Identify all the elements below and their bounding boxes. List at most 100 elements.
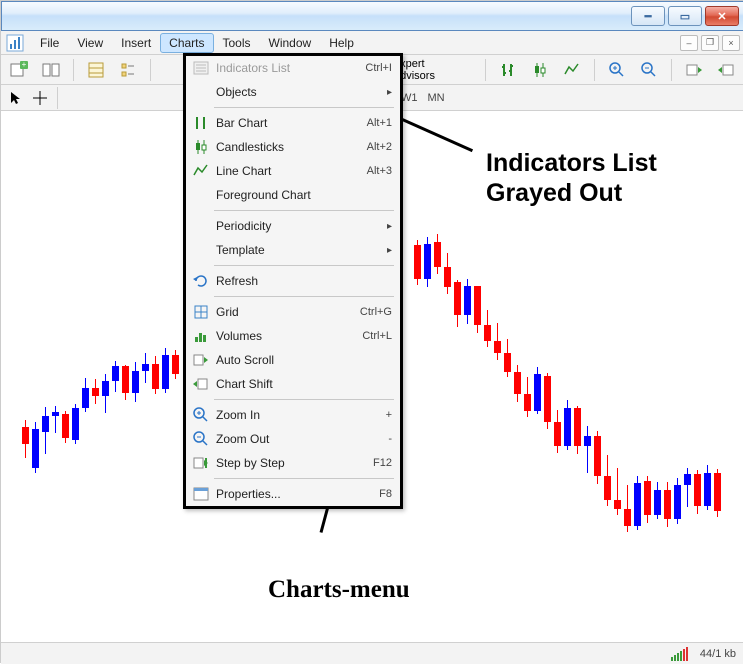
candlestick [32, 111, 39, 642]
connection-rate: 44/1 kb [700, 648, 736, 660]
profiles-button[interactable] [39, 58, 63, 82]
candlestick [474, 111, 481, 642]
menubar: FileViewInsertChartsToolsWindowHelp – ❐ … [1, 31, 743, 55]
grid-icon [190, 302, 212, 322]
menu-item-label: Zoom Out [212, 432, 388, 446]
menu-item-label: Chart Shift [212, 377, 392, 391]
candlestick [22, 111, 29, 642]
annotation-charts-menu: Charts-menu [268, 575, 410, 605]
crosshair-button[interactable] [31, 89, 49, 107]
candlestick [132, 111, 139, 642]
blank-icon [190, 82, 212, 102]
app-icon [5, 33, 25, 53]
menu-item-foreground-chart[interactable]: Foreground Chart [186, 183, 400, 207]
step-icon [190, 453, 212, 473]
menu-item-objects[interactable]: Objects [186, 80, 400, 104]
menu-separator [214, 265, 394, 266]
mdi-minimize-button[interactable]: – [680, 35, 698, 51]
menu-item-template[interactable]: Template [186, 238, 400, 262]
menu-item-grid[interactable]: GridCtrl+G [186, 300, 400, 324]
candlestick [444, 111, 451, 642]
menu-item-label: Template [212, 243, 381, 257]
bar-chart-button[interactable] [496, 58, 520, 82]
close-button[interactable]: ✕ [705, 6, 739, 26]
chartshift-icon [190, 374, 212, 394]
cursor-button[interactable] [7, 89, 25, 107]
expert-advisors-label: Expert Advisors [393, 58, 469, 82]
menu-item-shortcut: Ctrl+G [360, 306, 392, 318]
candlestick [142, 111, 149, 642]
menu-view[interactable]: View [68, 33, 112, 53]
menu-item-label: Volumes [212, 329, 362, 343]
candlestick [464, 111, 471, 642]
autoscroll-button[interactable] [682, 58, 706, 82]
bar-chart-icon [190, 113, 212, 133]
blank-icon [190, 216, 212, 236]
charts-dropdown-menu: Indicators ListCtrl+IObjectsBar ChartAlt… [183, 53, 403, 509]
menu-item-shortcut: Alt+2 [367, 141, 392, 153]
zoom-in-button[interactable] [605, 58, 629, 82]
candlestick [424, 111, 431, 642]
candlestick [122, 111, 129, 642]
mdi-close-button[interactable]: × [722, 35, 740, 51]
candlestick [102, 111, 109, 642]
menu-item-zoom-out[interactable]: Zoom Out- [186, 427, 400, 451]
menu-item-chart-shift[interactable]: Chart Shift [186, 372, 400, 396]
candlestick [664, 111, 671, 642]
menu-item-label: Objects [212, 85, 381, 99]
candlestick [434, 111, 441, 642]
zoom-in-icon [190, 405, 212, 425]
menu-item-line-chart[interactable]: Line ChartAlt+3 [186, 159, 400, 183]
candlestick [714, 111, 721, 642]
blank-icon [190, 185, 212, 205]
menu-item-label: Properties... [212, 487, 379, 501]
menu-item-shortcut: F12 [373, 457, 392, 469]
menu-help[interactable]: Help [320, 33, 363, 53]
menu-separator [214, 107, 394, 108]
menu-item-bar-chart[interactable]: Bar ChartAlt+1 [186, 111, 400, 135]
svg-text:+: + [22, 61, 27, 69]
candlestick [704, 111, 711, 642]
refresh-icon [190, 271, 212, 291]
annotation-indicators-grayed: Indicators List Grayed Out [486, 149, 657, 208]
maximize-button[interactable]: ▭ [668, 6, 702, 26]
menu-charts[interactable]: Charts [160, 33, 213, 53]
navigator-button[interactable] [116, 58, 140, 82]
market-watch-button[interactable] [84, 58, 108, 82]
menu-item-label: Bar Chart [212, 116, 367, 130]
menu-item-label: Foreground Chart [212, 188, 392, 202]
candlestick [152, 111, 159, 642]
menu-file[interactable]: File [31, 33, 68, 53]
menu-item-zoom-in[interactable]: Zoom In+ [186, 403, 400, 427]
menu-item-periodicity[interactable]: Periodicity [186, 214, 400, 238]
chartshift-button[interactable] [714, 58, 738, 82]
menu-tools[interactable]: Tools [214, 33, 260, 53]
menu-item-auto-scroll[interactable]: Auto Scroll [186, 348, 400, 372]
candle-chart-button[interactable] [528, 58, 552, 82]
properties-icon [190, 484, 212, 504]
menu-item-volumes[interactable]: VolumesCtrl+L [186, 324, 400, 348]
candlesticks-icon [190, 137, 212, 157]
timeframe-mn[interactable]: MN [424, 92, 449, 104]
menu-item-label: Zoom In [212, 408, 386, 422]
titlebar: ━ ▭ ✕ [1, 1, 743, 31]
menu-item-label: Step by Step [212, 456, 373, 470]
menu-separator [214, 210, 394, 211]
candlestick [62, 111, 69, 642]
mdi-restore-button[interactable]: ❐ [701, 35, 719, 51]
minimize-button[interactable]: ━ [631, 6, 665, 26]
menu-item-properties[interactable]: Properties...F8 [186, 482, 400, 506]
menu-item-label: Periodicity [212, 219, 381, 233]
menu-item-refresh[interactable]: Refresh [186, 269, 400, 293]
menu-insert[interactable]: Insert [112, 33, 160, 53]
new-chart-button[interactable]: + [7, 58, 31, 82]
zoom-out-button[interactable] [637, 58, 661, 82]
menu-item-label: Indicators List [212, 61, 365, 75]
menu-item-candlesticks[interactable]: CandlesticksAlt+2 [186, 135, 400, 159]
menu-item-label: Grid [212, 305, 360, 319]
line-chart-button[interactable] [560, 58, 584, 82]
menu-item-step-by-step[interactable]: Step by StepF12 [186, 451, 400, 475]
menu-window[interactable]: Window [260, 33, 321, 53]
menu-item-label: Refresh [212, 274, 392, 288]
candlestick [172, 111, 179, 642]
